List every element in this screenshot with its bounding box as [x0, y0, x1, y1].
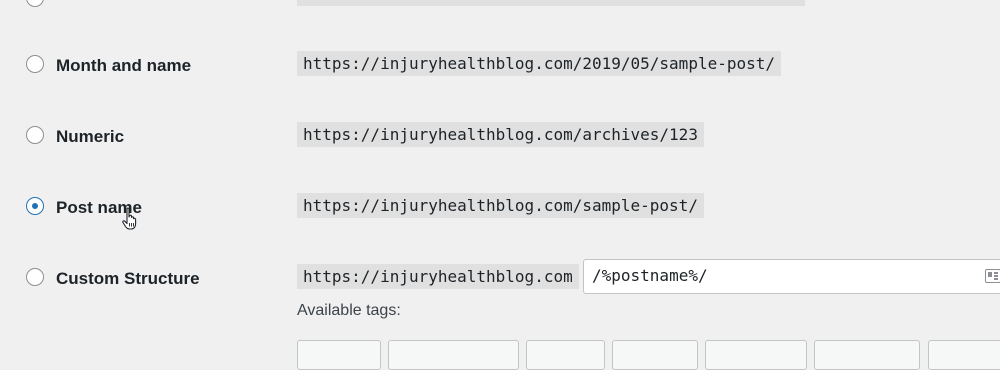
option-label-custom-structure: Custom Structure	[56, 269, 200, 288]
custom-structure-base-url: https://injuryhealthblog.com	[297, 264, 579, 289]
available-tags-label: Available tags:	[297, 302, 401, 319]
custom-structure-field[interactable]	[583, 259, 1000, 294]
radio-post-name[interactable]	[26, 197, 44, 215]
example-url-numeric: https://injuryhealthblog.com/archives/12…	[297, 122, 704, 147]
tag-button[interactable]	[526, 340, 605, 370]
example-url-partial	[297, 0, 805, 6]
tag-button[interactable]	[612, 340, 698, 370]
custom-structure-input[interactable]	[592, 266, 972, 285]
contact-card-icon[interactable]	[985, 269, 1000, 283]
tag-button[interactable]	[814, 340, 920, 370]
tag-button[interactable]	[297, 340, 381, 370]
radio-day-and-name[interactable]	[26, 0, 44, 7]
radio-numeric[interactable]	[26, 126, 44, 144]
radio-custom-structure[interactable]	[26, 268, 44, 286]
radio-month-and-name[interactable]	[26, 55, 44, 73]
tag-button[interactable]	[705, 340, 807, 370]
example-url-month-and-name: https://injuryhealthblog.com/2019/05/sam…	[297, 51, 782, 76]
option-label-month-and-name: Month and name	[56, 56, 192, 75]
hand-pointer-cursor-icon	[122, 207, 137, 230]
tag-button[interactable]	[388, 340, 519, 370]
option-label-numeric: Numeric	[56, 127, 125, 146]
example-url-post-name: https://injuryhealthblog.com/sample-post…	[297, 193, 704, 218]
tag-button[interactable]	[928, 340, 1000, 370]
